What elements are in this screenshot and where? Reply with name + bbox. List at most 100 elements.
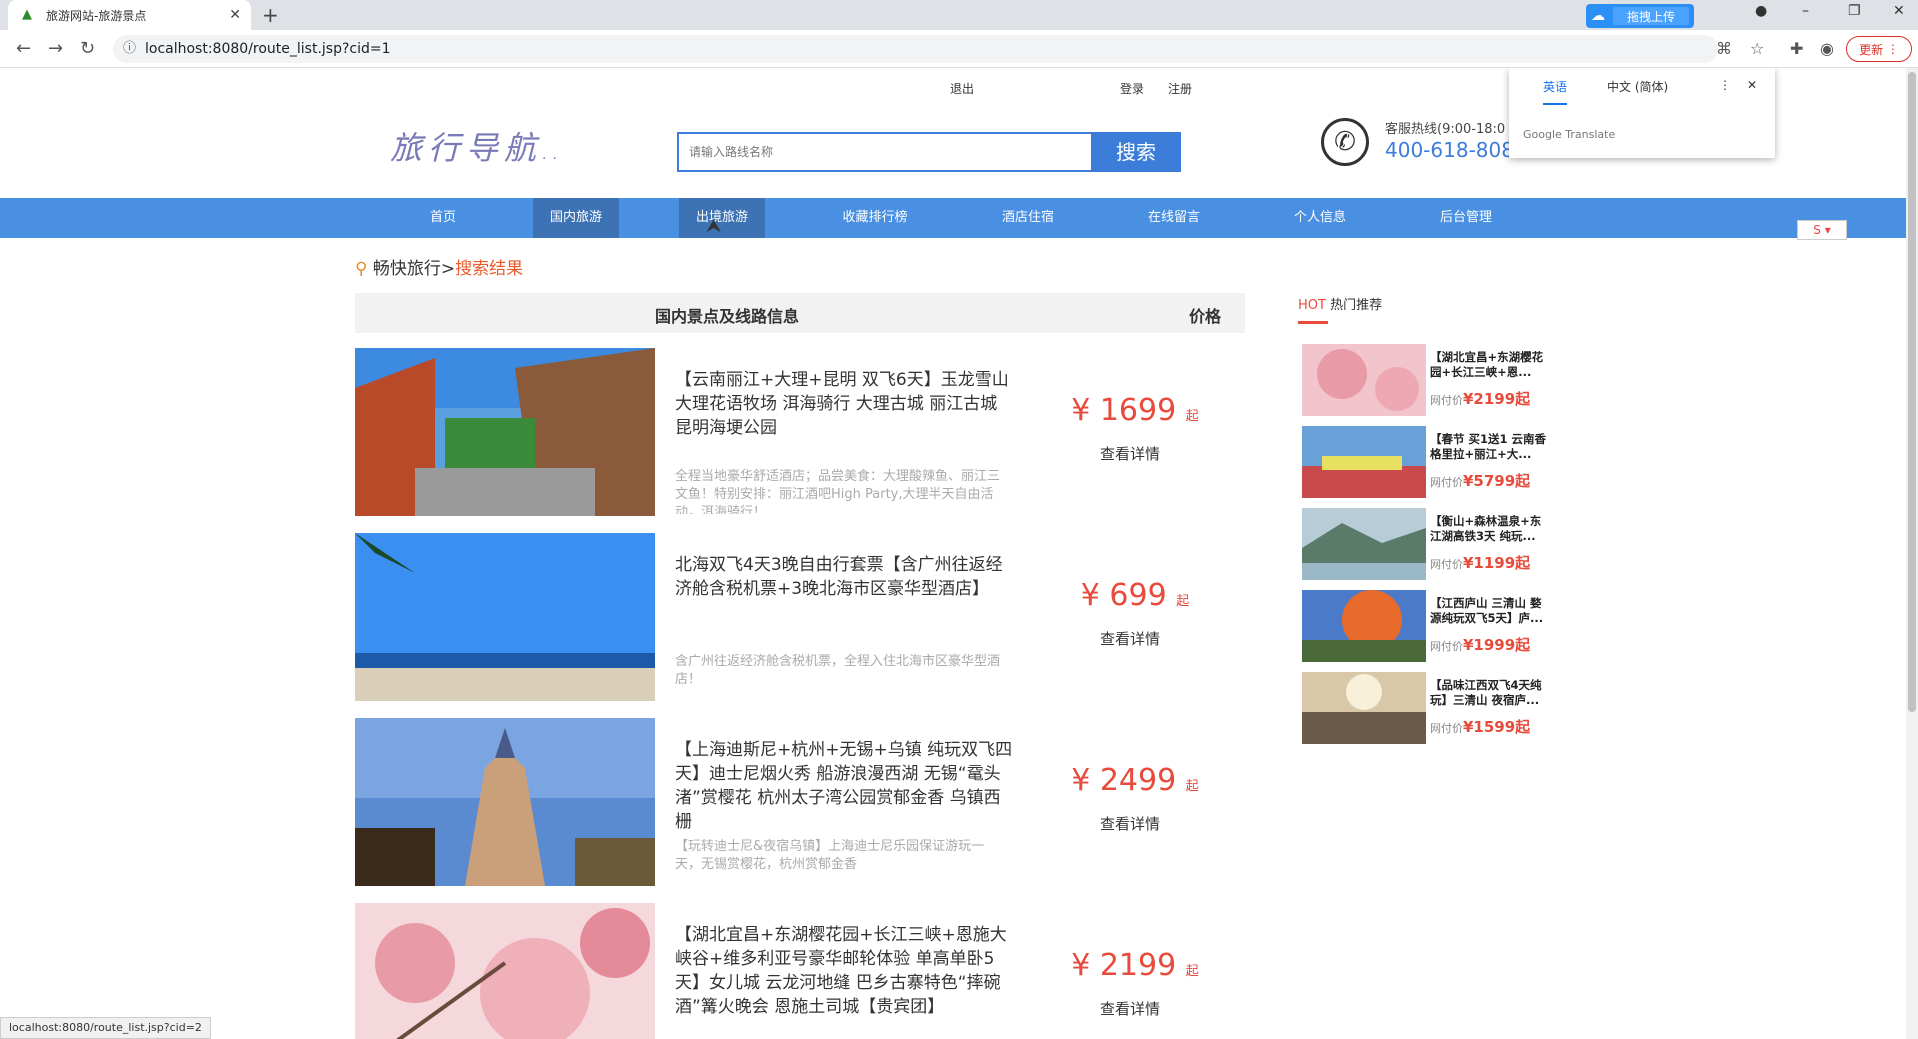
route-price: ¥ 2199 起 — [1065, 948, 1205, 983]
register-link[interactable]: 注册 — [1168, 80, 1192, 97]
translate-more-icon[interactable]: ⋮ — [1719, 78, 1731, 92]
route-price-unit: 起 — [1176, 594, 1190, 609]
hot-item[interactable]: 【湖北宜昌+东湖樱花园+长江三峡+恩... 网付价¥2199起 — [1302, 344, 1554, 416]
hot-label-cn: 热门推荐 — [1330, 298, 1383, 313]
hot-underline — [1298, 321, 1328, 324]
nav-profile[interactable]: 个人信息 — [1272, 198, 1368, 238]
route-description: 全程当地豪华舒适酒店；品尝美食：大理酸辣鱼、丽江三文鱼！特别安排：丽江酒吧Hig… — [675, 469, 1001, 514]
nav-hotels[interactable]: 酒店住宿 — [980, 198, 1076, 238]
page-scrollbar[interactable] — [1906, 68, 1918, 1039]
update-button[interactable]: 更新 ⋮ — [1846, 36, 1912, 62]
site-info-icon[interactable]: ⓘ — [123, 35, 136, 63]
route-price-unit: 起 — [1185, 779, 1199, 794]
route-price: ¥ 1699 起 — [1065, 393, 1205, 428]
nav-outbound[interactable]: 出境旅游 — [679, 198, 765, 238]
hot-item-price: ¥1599起 — [1463, 718, 1531, 736]
hot-item-price: ¥2199起 — [1463, 390, 1531, 408]
extensions-icon[interactable]: ✚ — [1790, 39, 1803, 58]
route-price-value: ¥ 1699 — [1071, 393, 1177, 428]
route-thumbnail[interactable] — [355, 348, 655, 516]
page-content: 退出 登录 注册 旅行导航.. 请输入路线名称 搜索 ✆ 客服热线(9:00-1… — [0, 68, 1918, 1039]
site-logo[interactable]: 旅行导航.. — [390, 123, 563, 169]
hot-price-prefix: 网付价 — [1430, 640, 1463, 653]
search-input[interactable]: 请输入路线名称 — [677, 132, 1091, 172]
search-button[interactable]: 搜索 — [1091, 132, 1181, 172]
hot-item-title: 【湖北宜昌+东湖樱花园+长江三峡+恩... — [1430, 350, 1544, 379]
route-price-value: ¥ 2499 — [1071, 763, 1177, 798]
hot-item-title: 【春节 买1送1 云南香格里拉+丽江+大... — [1430, 432, 1547, 461]
forward-icon[interactable]: → — [48, 38, 63, 59]
hotline-label: 客服热线(9:00-18:0 — [1385, 122, 1506, 137]
view-details-link[interactable]: 查看详情 — [1100, 813, 1160, 834]
nav-home[interactable]: 首页 — [406, 198, 480, 238]
breadcrumb-root[interactable]: 畅快旅行 — [373, 259, 441, 279]
translate-lang-chinese[interactable]: 中文 (简体) — [1607, 78, 1668, 95]
route-title[interactable]: 【上海迪斯尼+杭州+无锡+乌镇 纯玩双飞四天】迪士尼烟火秀 船游浪漫西湖 无锡“… — [675, 738, 1015, 834]
route-item: 【上海迪斯尼+杭州+无锡+乌镇 纯玩双飞四天】迪士尼烟火秀 船游浪漫西湖 无锡“… — [355, 718, 1245, 888]
view-details-link[interactable]: 查看详情 — [1100, 628, 1160, 649]
route-price: ¥ 699 起 — [1065, 578, 1205, 613]
tab-close-icon[interactable]: ✕ — [229, 7, 241, 23]
translate-icon[interactable]: ⌘ — [1716, 39, 1732, 58]
hot-item[interactable]: 【江西庐山 三清山 婺源纯玩双飞5天】庐... 网付价¥1999起 — [1302, 590, 1554, 662]
route-title[interactable]: 【云南丽江+大理+昆明 双飞6天】玉龙雪山 大理花语牧场 洱海骑行 大理古城 丽… — [675, 368, 1015, 440]
phone-icon: ✆ — [1321, 118, 1369, 166]
nav-favorites-rank[interactable]: 收藏排行榜 — [820, 198, 930, 238]
url-field[interactable]: ⓘ localhost:8080/route_list.jsp?cid=1 — [113, 35, 1718, 63]
hot-item-price-line: 网付价¥1999起 — [1430, 634, 1530, 655]
hot-thumbnail — [1302, 672, 1426, 744]
translate-lang-english[interactable]: 英语 — [1543, 78, 1568, 105]
new-tab-icon[interactable]: + — [262, 3, 279, 27]
hotline-number: 400-618-8080 — [1385, 138, 1527, 162]
upload-label: 拖拽上传 — [1613, 7, 1690, 25]
profile-dropdown-icon[interactable]: ● — [1755, 3, 1767, 19]
route-item: 北海双飞4天3晚自由行套票【含广州往返经济舱含税机票+3晚北海市区豪华型酒店】 … — [355, 533, 1245, 703]
nav-admin[interactable]: 后台管理 — [1418, 198, 1514, 238]
hot-label-en: HOT — [1298, 298, 1326, 313]
list-header: 国内景点及线路信息 价格 — [355, 293, 1245, 333]
minimize-icon[interactable]: – — [1802, 3, 1809, 19]
back-icon[interactable]: ← — [16, 38, 31, 59]
language-flag-dropdown[interactable]: S ▾ — [1797, 220, 1847, 240]
scrollbar-thumb[interactable] — [1908, 72, 1916, 712]
translate-close-icon[interactable]: ✕ — [1747, 78, 1757, 92]
route-thumbnail[interactable] — [355, 718, 655, 886]
hot-thumbnail — [1302, 426, 1426, 498]
search-magnifier-icon: ⚲ — [355, 259, 368, 279]
view-details-link[interactable]: 查看详情 — [1100, 998, 1160, 1019]
account-icon[interactable]: ◉ — [1820, 39, 1834, 58]
hot-item[interactable]: 【品味江西双飞4天纯玩】三清山 夜宿庐... 网付价¥1599起 — [1302, 672, 1554, 744]
route-thumbnail[interactable] — [355, 903, 655, 1039]
route-item: 【云南丽江+大理+昆明 双飞6天】玉龙雪山 大理花语牧场 洱海骑行 大理古城 丽… — [355, 348, 1245, 518]
route-thumbnail[interactable] — [355, 533, 655, 701]
nav-domestic[interactable]: 国内旅游 — [533, 198, 619, 238]
bookmark-star-icon[interactable]: ☆ — [1750, 39, 1764, 58]
route-description: 含广州往返经济舱含税机票，全程入住北海市区豪华型酒店！ — [675, 654, 1001, 687]
nav-messages[interactable]: 在线留言 — [1126, 198, 1222, 238]
hot-item[interactable]: 【衡山+森林温泉+东江湖高铁3天 纯玩... 网付价¥1199起 — [1302, 508, 1554, 580]
url-text: localhost:8080/route_list.jsp?cid=1 — [145, 41, 391, 57]
main-nav: 首页 国内旅游 出境旅游 收藏排行榜 酒店住宿 在线留言 个人信息 后台管理 — [0, 198, 1906, 238]
hot-item-price: ¥5799起 — [1463, 472, 1531, 490]
hot-item-price: ¥1999起 — [1463, 636, 1531, 654]
route-title[interactable]: 【湖北宜昌+东湖樱花园+长江三峡+恩施大峡谷+维多利亚号豪华邮轮体验 单高单卧5… — [675, 923, 1015, 1019]
hot-thumbnail — [1302, 508, 1426, 580]
upload-extension-button[interactable]: ☁ 拖拽上传 — [1586, 4, 1694, 28]
logout-link[interactable]: 退出 — [950, 80, 974, 97]
breadcrumb-current: 搜索结果 — [455, 259, 524, 279]
browser-tab[interactable]: ▲ 旅游网站-旅游景点 ✕ — [8, 0, 251, 30]
reload-icon[interactable]: ↻ — [80, 38, 95, 59]
login-link[interactable]: 登录 — [1120, 80, 1144, 97]
route-title[interactable]: 北海双飞4天3晚自由行套票【含广州往返经济舱含税机票+3晚北海市区豪华型酒店】 — [675, 553, 1015, 601]
view-details-link[interactable]: 查看详情 — [1100, 443, 1160, 464]
hot-item-price: ¥1199起 — [1463, 554, 1531, 572]
hot-item-price-line: 网付价¥1599起 — [1430, 716, 1530, 737]
close-window-icon[interactable]: ✕ — [1893, 3, 1905, 19]
update-label: 更新 — [1859, 42, 1884, 57]
breadcrumb: ⚲ 畅快旅行>搜索结果 — [355, 254, 523, 279]
route-description: 【玩转迪士尼&夜宿乌镇】上海迪士尼乐园保证游玩一天，无锡赏樱花，杭州赏郁金香 — [675, 839, 985, 872]
hot-item[interactable]: 【春节 买1送1 云南香格里拉+丽江+大... 网付价¥5799起 — [1302, 426, 1554, 498]
hot-item-title: 【衡山+森林温泉+东江湖高铁3天 纯玩... — [1430, 514, 1542, 543]
restore-icon[interactable]: ❐ — [1848, 3, 1861, 19]
hot-thumbnail — [1302, 590, 1426, 662]
